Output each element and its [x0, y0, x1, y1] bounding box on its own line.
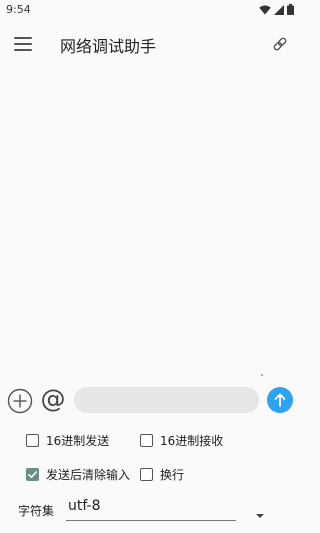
link-button[interactable] — [270, 34, 290, 54]
plus-circle-icon — [7, 388, 33, 414]
hex-receive-checkbox[interactable] — [140, 434, 153, 447]
page-title: 网络调试助手 — [60, 37, 157, 56]
scroll-indicator — [261, 374, 263, 376]
send-button[interactable] — [267, 387, 293, 413]
at-button[interactable]: @ — [38, 384, 68, 414]
add-button[interactable] — [7, 388, 33, 414]
clear-after-send-label: 发送后清除输入 — [46, 468, 131, 482]
hex-receive-label: 16进制接收 — [160, 434, 224, 448]
message-list — [0, 66, 300, 380]
status-icons — [259, 4, 294, 15]
hex-send-label: 16进制发送 — [46, 434, 110, 448]
menu-icon-line — [14, 37, 32, 39]
charset-select[interactable]: utf-8 — [66, 496, 236, 521]
status-bar: 9:54 — [0, 0, 300, 22]
app-screen: 9:54 网络调试助手 @ 16进制发送 16进制接收 发送后清除输入 换行 字… — [0, 0, 300, 533]
signal-icon — [274, 4, 284, 15]
menu-icon-line — [14, 49, 32, 51]
message-input[interactable] — [74, 387, 259, 413]
menu-icon-line — [14, 43, 32, 45]
hex-send-option[interactable]: 16进制发送 — [26, 432, 109, 449]
dropdown-arrow-icon — [256, 514, 264, 518]
newline-option[interactable]: 换行 — [140, 466, 184, 483]
clear-after-send-checkbox[interactable] — [26, 468, 39, 481]
arrow-up-icon — [274, 393, 286, 407]
hex-receive-option[interactable]: 16进制接收 — [140, 432, 223, 449]
newline-checkbox[interactable] — [140, 468, 153, 481]
battery-icon — [287, 4, 294, 15]
charset-dropdown-button[interactable] — [254, 505, 266, 518]
status-time: 9:54 — [6, 3, 31, 16]
input-bar: @ — [0, 383, 300, 417]
link-icon — [273, 37, 287, 51]
wifi-icon — [259, 4, 271, 14]
charset-value: utf-8 — [68, 498, 101, 514]
menu-button[interactable] — [12, 34, 34, 54]
clear-after-send-option[interactable]: 发送后清除输入 — [26, 466, 130, 483]
charset-label: 字符集 — [18, 504, 55, 518]
newline-label: 换行 — [160, 468, 185, 482]
app-bar: 网络调试助手 — [0, 22, 300, 66]
check-icon — [28, 471, 37, 478]
hex-send-checkbox[interactable] — [26, 434, 39, 447]
